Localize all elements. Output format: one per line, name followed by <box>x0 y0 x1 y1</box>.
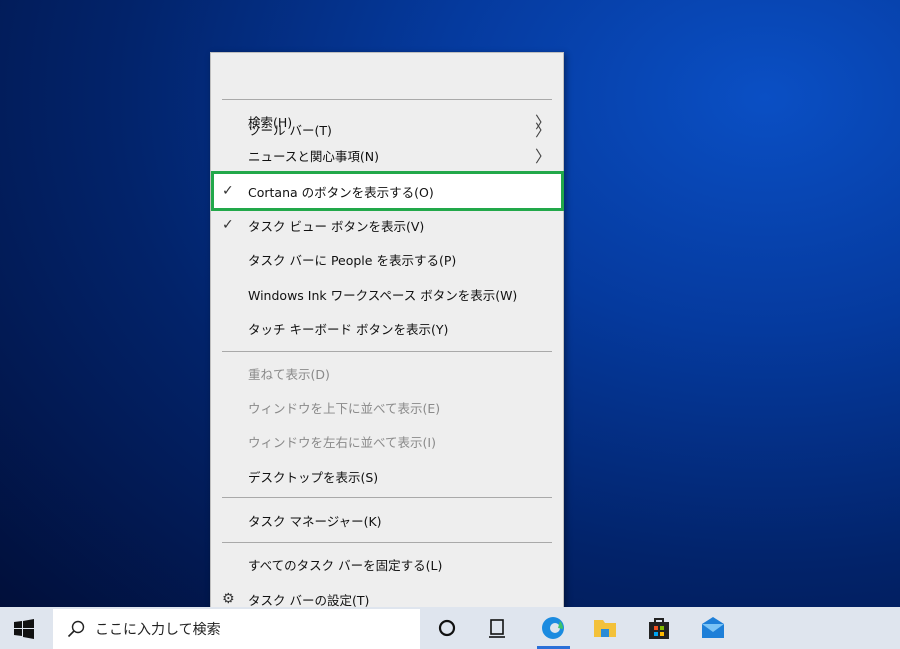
microsoft-store-icon[interactable] <box>646 615 672 641</box>
menu-separator <box>222 542 552 543</box>
menu-item-news[interactable]: ニュースと関心事項(N) 〉 <box>211 138 563 172</box>
menu-item-show-desktop[interactable]: デスクトップを表示(S) <box>211 459 563 493</box>
menu-separator <box>222 497 552 498</box>
menu-item-show-cortana[interactable]: ✓ Cortana のボタンを表示する(O) <box>211 171 564 211</box>
menu-separator <box>222 351 552 352</box>
menu-item-show-task-view[interactable]: ✓ タスク ビュー ボタンを表示(V) <box>211 208 563 242</box>
menu-item-touch-keyboard[interactable]: タッチ キーボード ボタンを表示(Y) <box>211 311 563 345</box>
cortana-icon[interactable] <box>434 615 460 641</box>
menu-item-cascade: 重ねて表示(D) <box>248 366 330 382</box>
search-icon <box>67 620 85 638</box>
taskbar: ここに入力して検索 <box>0 607 900 649</box>
menu-separator <box>222 99 552 100</box>
chevron-right-icon: 〉 <box>534 147 551 166</box>
menu-item-show-people[interactable]: タスク バーに People を表示する(P) <box>211 242 563 276</box>
check-icon: ✓ <box>222 217 234 233</box>
windows-start-icon[interactable] <box>14 619 34 639</box>
menu-item-side-by-side: ウィンドウを左右に並べて表示(I) <box>248 434 436 450</box>
menu-item-search[interactable]: 検索(H) 〉 <box>211 104 563 138</box>
menu-item-lock-taskbar[interactable]: すべてのタスク バーを固定する(L) <box>211 547 563 581</box>
menu-item-stack: ウィンドウを上下に並べて表示(E) <box>248 400 441 416</box>
chevron-right-icon: 〉 <box>534 113 551 132</box>
file-explorer-icon[interactable] <box>592 615 618 641</box>
gear-icon: ⚙ <box>222 591 235 607</box>
mail-icon[interactable] <box>700 615 726 641</box>
check-icon: ✓ <box>222 183 234 199</box>
search-placeholder: ここに入力して検索 <box>95 622 221 638</box>
menu-item-windows-ink[interactable]: Windows Ink ワークスペース ボタンを表示(W) <box>211 277 563 311</box>
taskbar-context-menu: ツール バー(T) 〉 検索(H) 〉 ニュースと関心事項(N) 〉 ✓ Cortana… <box>210 52 564 622</box>
task-view-icon[interactable] <box>484 615 510 641</box>
menu-item-task-manager[interactable]: タスク マネージャー(K) <box>211 503 563 537</box>
edge-icon[interactable] <box>540 615 566 641</box>
search-box[interactable]: ここに入力して検索 <box>53 609 420 649</box>
